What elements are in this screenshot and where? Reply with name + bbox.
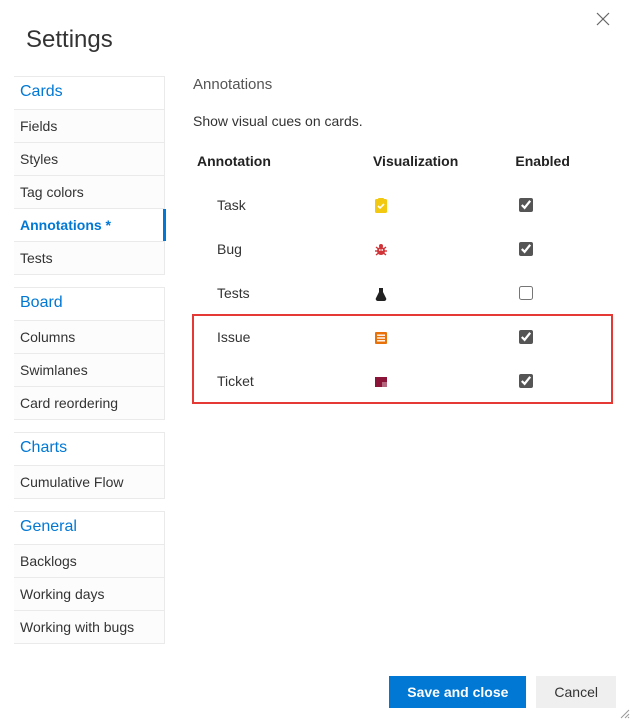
highlighted-rows: IssueTicket [193, 315, 612, 403]
sidebar-item-tests[interactable]: Tests [14, 242, 164, 274]
annotation-label: Issue [193, 315, 369, 359]
sidebar-group-header: Board [14, 288, 164, 321]
enabled-cell [511, 359, 612, 403]
column-header-visualization: Visualization [369, 147, 511, 183]
enabled-checkbox-tests[interactable] [519, 286, 533, 300]
enabled-cell [511, 315, 612, 359]
task-icon [373, 198, 389, 214]
close-button[interactable] [596, 12, 614, 30]
sidebar-group: ChartsCumulative Flow [14, 432, 165, 499]
resize-grip[interactable] [618, 706, 630, 718]
section-heading: Annotations [193, 76, 612, 93]
enabled-checkbox-ticket[interactable] [519, 374, 533, 388]
ticket-icon [373, 374, 389, 390]
dialog-footer: Save and close Cancel [389, 676, 616, 708]
visualization-cell [369, 271, 511, 315]
sidebar-item-cumulative-flow[interactable]: Cumulative Flow [14, 466, 164, 498]
sidebar-item-working-days[interactable]: Working days [14, 578, 164, 611]
cancel-button[interactable]: Cancel [536, 676, 616, 708]
close-icon [596, 12, 610, 26]
column-header-enabled: Enabled [511, 147, 612, 183]
sidebar-item-tag-colors[interactable]: Tag colors [14, 176, 164, 209]
annotation-label: Ticket [193, 359, 369, 403]
sidebar-item-styles[interactable]: Styles [14, 143, 164, 176]
enabled-cell [511, 271, 612, 315]
column-header-annotation: Annotation [193, 147, 369, 183]
sidebar-item-fields[interactable]: Fields [14, 110, 164, 143]
enabled-cell [511, 183, 612, 227]
tests-icon [373, 286, 389, 302]
annotation-row-tests: Tests [193, 271, 612, 315]
bug-icon [373, 242, 389, 258]
annotation-label: Task [193, 183, 369, 227]
sidebar-item-annotations[interactable]: Annotations * [14, 209, 164, 242]
annotation-label: Tests [193, 271, 369, 315]
issue-icon [373, 330, 389, 346]
visualization-cell [369, 315, 511, 359]
annotation-label: Bug [193, 227, 369, 271]
sidebar-item-columns[interactable]: Columns [14, 321, 164, 354]
enabled-checkbox-bug[interactable] [519, 242, 533, 256]
annotation-row-task: Task [193, 183, 612, 227]
sidebar-item-swimlanes[interactable]: Swimlanes [14, 354, 164, 387]
settings-dialog: Settings CardsFieldsStylesTag colorsAnno… [0, 0, 632, 720]
sidebar-item-backlogs[interactable]: Backlogs [14, 545, 164, 578]
sidebar-group-header: Cards [14, 77, 164, 110]
sidebar-item-card-reordering[interactable]: Card reordering [14, 387, 164, 419]
sidebar-group-header: Charts [14, 433, 164, 466]
sidebar-group: GeneralBacklogsWorking daysWorking with … [14, 511, 165, 644]
enabled-checkbox-issue[interactable] [519, 330, 533, 344]
sidebar-group-header: General [14, 512, 164, 545]
settings-main: Annotations Show visual cues on cards. A… [165, 76, 632, 656]
enabled-checkbox-task[interactable] [519, 198, 533, 212]
annotations-table: Annotation Visualization Enabled TaskBug… [193, 147, 612, 403]
sidebar-item-working-with-bugs[interactable]: Working with bugs [14, 611, 164, 643]
settings-sidebar: CardsFieldsStylesTag colorsAnnotations *… [0, 76, 165, 656]
enabled-cell [511, 227, 612, 271]
visualization-cell [369, 227, 511, 271]
sidebar-group: BoardColumnsSwimlanesCard reordering [14, 287, 165, 420]
visualization-cell [369, 183, 511, 227]
dialog-title: Settings [0, 0, 632, 54]
save-and-close-button[interactable]: Save and close [389, 676, 526, 708]
annotation-row-issue: Issue [193, 315, 612, 359]
annotation-row-bug: Bug [193, 227, 612, 271]
annotation-row-ticket: Ticket [193, 359, 612, 403]
sidebar-group: CardsFieldsStylesTag colorsAnnotations *… [14, 76, 165, 275]
visualization-cell [369, 359, 511, 403]
section-description: Show visual cues on cards. [193, 113, 612, 129]
